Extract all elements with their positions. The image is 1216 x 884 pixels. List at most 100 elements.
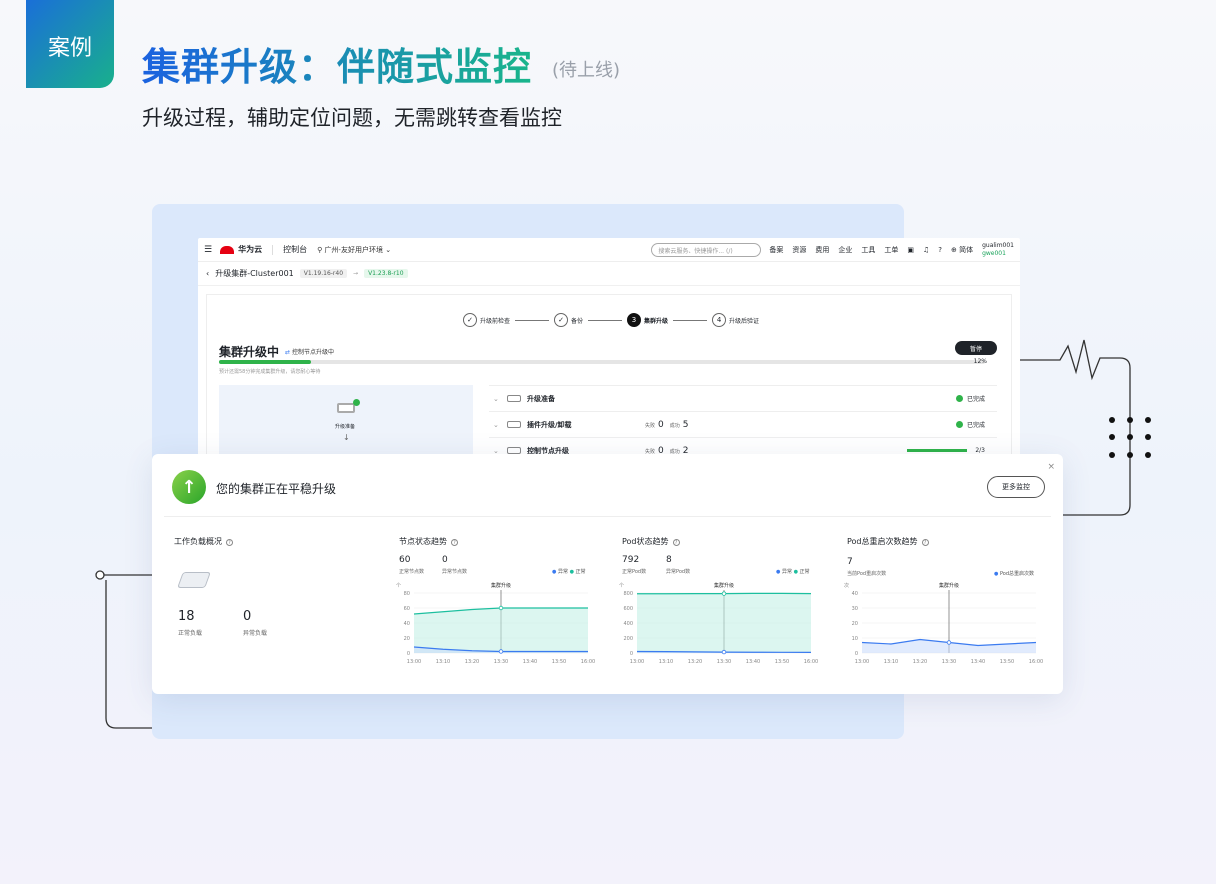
nav-item-resource[interactable]: 资源 <box>792 245 806 255</box>
x-tick-label: 13:10 <box>659 659 673 665</box>
bell-icon[interactable]: ♫ <box>923 246 929 254</box>
x-tick-label: 13:40 <box>971 659 985 665</box>
upgrade-flow-panel: 升级准备 ↓ <box>219 385 473 458</box>
step-label: 集群升级 <box>644 317 669 325</box>
workload-abnormal-label: 异常负载 <box>243 630 268 637</box>
close-icon[interactable]: × <box>1047 462 1055 472</box>
upgrade-status-tag: ⇄ 控制节点升级中 <box>285 347 334 356</box>
pause-button[interactable]: 暂停 <box>955 341 997 355</box>
task-row[interactable]: ⌄ 插件升级/卸载 失败 0 成功 5 已完成 <box>489 411 997 437</box>
step-backup[interactable]: ✓ 备份 <box>554 313 583 327</box>
task-name: 插件升级/卸载 <box>527 420 572 429</box>
legend-abnormal: 异常 <box>557 569 568 575</box>
console-link[interactable]: 控制台 <box>283 244 307 255</box>
help-icon[interactable]: ? <box>672 539 680 546</box>
page-title: 集群升级：伴随式监控 <box>142 36 532 91</box>
y-tick-label: 10 <box>852 636 858 642</box>
fail-label: 失败 <box>645 422 656 429</box>
progress-hint: 预计还需58分钟完成集群升级，请您耐心等待 <box>219 369 321 375</box>
back-icon[interactable]: ‹ <box>206 269 209 278</box>
pod-abnormal-label: 异常Pod数 <box>666 569 691 575</box>
step-connector <box>588 319 623 321</box>
series-area <box>414 608 588 653</box>
nav-item-cost[interactable]: 费用 <box>815 245 829 255</box>
terminal-icon[interactable]: ▣ <box>907 246 914 254</box>
user-menu[interactable]: gualim001 gwe001 <box>982 242 1014 258</box>
help-icon[interactable]: ? <box>451 539 458 546</box>
restart-trend-title: Pod总重启次数趋势? <box>847 536 929 547</box>
sync-icon: ⇄ <box>285 349 291 356</box>
x-tick-label: 16:00 <box>581 659 595 665</box>
case-badge: 案例 <box>26 0 114 88</box>
step-connector <box>673 319 708 321</box>
series-point <box>498 605 504 611</box>
x-tick-label: 13:00 <box>630 659 644 665</box>
restart-trend-chart: 次 0 10 20 30 40 13:00 13:10 13:20 13:30 13:40 13:50… <box>844 582 1043 665</box>
progress-fill <box>219 360 311 364</box>
x-tick-label: 13:20 <box>465 659 479 665</box>
divider <box>164 516 1051 517</box>
brand-name[interactable]: 华为云 <box>238 244 262 255</box>
node-abnormal-value: 0 <box>442 555 448 565</box>
region-label: 广州-友好用户环境 <box>324 245 383 254</box>
node-normal-label: 正常节点数 <box>399 569 425 575</box>
success-label: 成功 <box>669 422 680 429</box>
y-tick-label: 600 <box>623 606 633 612</box>
y-tick-label: 30 <box>852 606 858 612</box>
chevron-down-icon[interactable]: ⌄ <box>493 395 507 403</box>
restart-legend: ● Pod总重启次数 <box>994 571 1035 577</box>
check-icon: ✓ <box>463 313 477 327</box>
y-tick-label: 0 <box>855 651 858 657</box>
help-icon[interactable]: ? <box>938 246 942 254</box>
workload-normal-value: 18 <box>178 609 195 624</box>
nav-item-beian[interactable]: 备案 <box>769 245 783 255</box>
marker-label: 集群升级 <box>491 582 511 589</box>
y-tick-label: 0 <box>407 651 410 657</box>
y-unit-label: 个 <box>619 583 624 589</box>
y-tick-label: 40 <box>852 591 858 597</box>
task-status: 已完成 <box>955 420 985 429</box>
x-tick-label: 13:40 <box>523 659 537 665</box>
nav-item-tools[interactable]: 工具 <box>861 245 875 255</box>
language-selector[interactable]: ⊕ 简体 <box>951 245 973 255</box>
help-icon[interactable]: ? <box>921 539 929 546</box>
check-icon: ✓ <box>554 313 569 327</box>
server-icon <box>507 395 521 402</box>
upgrade-progress-bar <box>219 360 985 364</box>
step-label: 升级后验证 <box>729 317 760 325</box>
menu-icon[interactable]: ☰ <box>204 245 212 255</box>
search-input[interactable]: 搜索云服务、快捷操作... (/) <box>651 242 762 257</box>
x-tick-label: 13:10 <box>436 659 450 665</box>
step-upgrade[interactable]: 3 集群升级 <box>627 313 668 327</box>
y-unit-label: 次 <box>844 582 849 589</box>
node-abnormal-label: 异常节点数 <box>442 569 468 575</box>
series-area <box>637 593 811 653</box>
chevron-down-icon[interactable]: ⌄ <box>493 421 507 429</box>
series-point <box>721 649 727 655</box>
x-tick-label: 13:30 <box>494 659 508 665</box>
breadcrumb-title: 升级集群-Cluster001 <box>215 269 294 278</box>
x-tick-label: 16:00 <box>804 659 818 665</box>
nav-item-enterprise[interactable]: 企业 <box>838 245 852 255</box>
series-point <box>946 640 952 645</box>
workload-title: 工作负载概况? <box>174 536 233 547</box>
step-precheck[interactable]: ✓ 升级前检查 <box>463 313 510 327</box>
restart-trend-title-label: Pod总重启次数趋势 <box>847 537 918 546</box>
legend-restart: Pod总重启次数 <box>999 571 1035 577</box>
region-selector[interactable]: ⚲ 广州-友好用户环境 ⌄ <box>317 245 391 255</box>
nav-item-ticket[interactable]: 工单 <box>884 245 898 255</box>
huawei-logo <box>220 245 235 254</box>
pod-trend-title: Pod状态趋势? <box>622 536 680 547</box>
legend-abnormal: 异常 <box>781 569 792 575</box>
arrow-up-icon: ↑ <box>172 470 206 504</box>
step-verify[interactable]: 4 升级后验证 <box>712 313 759 327</box>
more-monitoring-button[interactable]: 更多监控 <box>987 476 1045 498</box>
task-row[interactable]: ⌄ 升级准备 已完成 <box>489 385 997 411</box>
node-trend-chart: 个 0 20 40 60 80 13:00 13:10 13:20 13:30 13:40 13:50… <box>396 582 595 665</box>
page-subtitle: 升级过程，辅助定位问题，无需跳转查看监控 <box>142 106 562 130</box>
success-value: 5 <box>682 419 689 430</box>
help-icon[interactable]: ? <box>226 539 233 546</box>
task-progress-bar <box>907 449 968 452</box>
x-tick-label: 13:30 <box>717 659 731 665</box>
breadcrumb: ‹ 升级集群-Cluster001 V1.19.16-r40 → V1.23.8… <box>198 262 1020 286</box>
